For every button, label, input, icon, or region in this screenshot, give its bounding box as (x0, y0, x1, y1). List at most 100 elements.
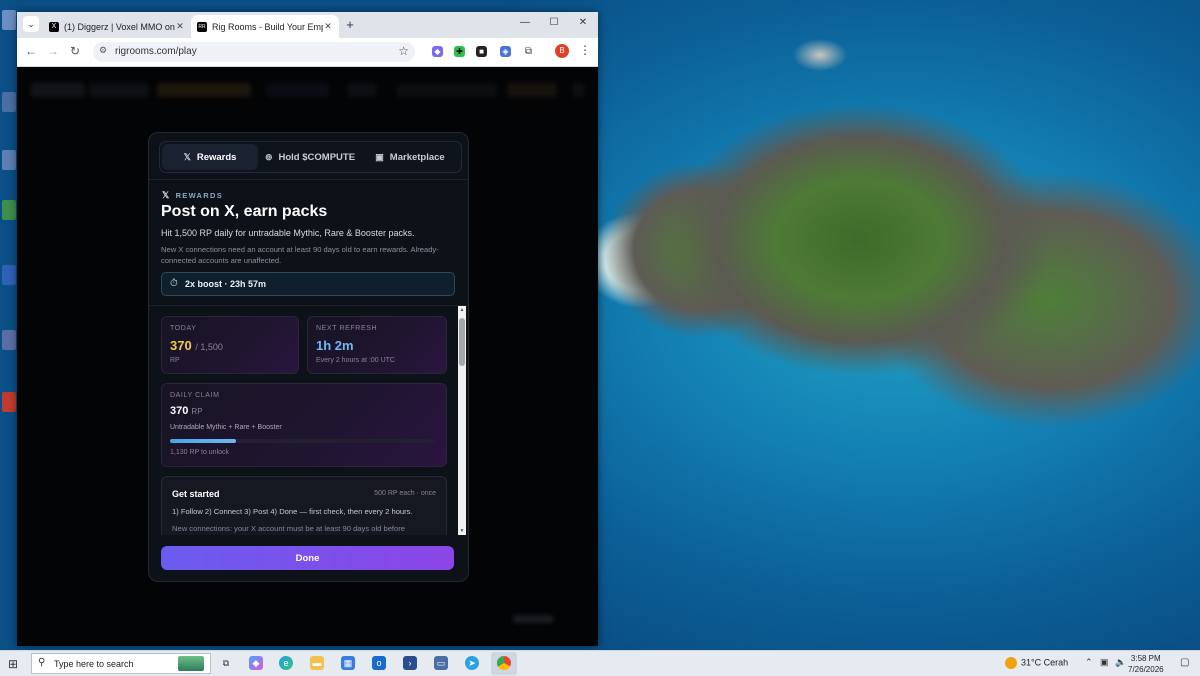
chrome-icon[interactable] (497, 656, 511, 670)
search-highlight-art (178, 656, 204, 671)
daily-claim-value: 370 RP (170, 405, 203, 417)
windows-start-icon[interactable]: ⊞ (8, 657, 18, 671)
today-label: TODAY (170, 325, 197, 332)
x-logo-icon: 𝕏 (162, 190, 171, 200)
edge-icon[interactable]: e (279, 656, 293, 670)
menu-kebab-icon[interactable]: ⋮ (579, 43, 591, 57)
system-clock[interactable]: 3:58 PM 7/26/2026 (1128, 653, 1164, 675)
network-icon[interactable]: ▣ (1100, 657, 1109, 668)
desktop-icon[interactable] (2, 92, 16, 112)
tab-rig-rooms[interactable]: RR Rig Rooms - Build Your Empire ✕ (191, 15, 339, 38)
daily-claim-card: DAILY CLAIM 370 RP Untradable Mythic + R… (161, 383, 447, 467)
extension-icon[interactable]: ◆ (432, 46, 443, 57)
rewards-scroll-area[interactable]: TODAY 370 / 1,500 RP NEXT REFRESH 1h 2m … (149, 306, 468, 535)
progress-fill (170, 439, 236, 443)
daily-claim-remaining: 1,130 RP to unlock (170, 449, 230, 456)
tab-hold-compute[interactable]: ⊚ Hold $COMPUTE (260, 144, 360, 170)
tab-diggerz[interactable]: X (1) Diggerz | Voxel MMO on Solana ✕ (43, 15, 191, 38)
url-text: rigrooms.com/play (115, 46, 197, 57)
extension-icon[interactable]: ◈ (500, 46, 511, 57)
bookmark-star-icon[interactable]: ☆ (398, 44, 409, 58)
scroll-up-arrow-icon[interactable]: ▲ (458, 307, 466, 313)
tab-label: Hold $COMPUTE (278, 151, 356, 163)
desktop-icon[interactable] (2, 10, 16, 30)
daily-claim-desc: Untradable Mythic + Rare + Booster (170, 424, 282, 431)
account-age-note: New X connections need an account at lea… (161, 245, 439, 265)
close-window-button[interactable]: ✕ (575, 17, 591, 28)
maximize-button[interactable]: ☐ (546, 17, 562, 28)
daily-claim-progress (170, 439, 436, 443)
tab-rewards[interactable]: 𝕏 Rewards (162, 144, 258, 170)
daily-claim-label: DAILY CLAIM (170, 392, 220, 399)
next-refresh-sub: Every 2 hours at :00 UTC (316, 357, 395, 364)
copilot-icon[interactable]: ◆ (249, 656, 263, 670)
search-placeholder: Type here to search (54, 659, 134, 669)
clock-date: 7/26/2026 (1128, 665, 1164, 674)
volume-icon[interactable]: 🔈 (1115, 657, 1126, 668)
section-tag: 𝕏 REWARDS (162, 190, 223, 200)
modal-scrollbar[interactable]: ▲ ▼ (458, 306, 466, 535)
next-refresh-label: NEXT REFRESH (316, 325, 378, 332)
tab-title: (1) Diggerz | Voxel MMO on Solana (64, 21, 175, 32)
get-started-card: Get started 500 RP each · once 1) Follow… (161, 476, 447, 535)
minimize-button[interactable]: — (517, 17, 533, 28)
today-card: TODAY 370 / 1,500 RP (161, 316, 299, 374)
telegram-icon[interactable]: ➤ (465, 656, 479, 670)
close-icon[interactable]: ✕ (175, 21, 185, 32)
weather-widget[interactable]: 31°C Cerah (1005, 657, 1068, 669)
puzzle-icon[interactable]: ⧉ (523, 46, 534, 57)
today-value: 370 / 1,500 (170, 338, 223, 353)
get-started-meta: 500 RP each · once (374, 490, 436, 497)
tab-marketplace[interactable]: ▣ Marketplace (362, 144, 458, 170)
x-favicon-icon: X (49, 21, 59, 32)
get-started-steps: 1) Follow 2) Connect 3) Post 4) Done — f… (172, 507, 413, 516)
profile-avatar[interactable]: B (555, 44, 569, 58)
notification-icon[interactable]: ▢ (1180, 657, 1189, 668)
modal-subtitle: Hit 1,500 RP daily for untradable Mythic… (161, 228, 415, 238)
powershell-icon[interactable]: › (403, 656, 417, 670)
close-icon[interactable]: ✕ (323, 21, 333, 32)
modal-title: Post on X, earn packs (161, 203, 328, 220)
coins-icon: ⊚ (264, 151, 273, 162)
x-logo-icon: 𝕏 (183, 151, 191, 162)
scroll-down-arrow-icon[interactable]: ▼ (458, 528, 466, 534)
taskbar: ⊞ ⚲ Type here to search ⧉ ◆ e ▬ ▦ o › ▭ … (0, 650, 1200, 676)
tab-title: Rig Rooms - Build Your Empire (212, 21, 323, 32)
rewards-modal: 𝕏 Rewards ⊚ Hold $COMPUTE ▣ Marketplace … (148, 132, 469, 582)
next-refresh-card: NEXT REFRESH 1h 2m Every 2 hours at :00 … (307, 316, 447, 374)
weather-text: 31°C Cerah (1021, 657, 1069, 668)
timer-icon: ⏱ (170, 278, 178, 289)
boost-text: 2x boost · 23h 57m (185, 279, 267, 289)
rig-rooms-favicon-icon: RR (197, 21, 207, 32)
chevron-up-icon[interactable]: ⌃ (1085, 657, 1093, 668)
tab-label: Marketplace (389, 151, 445, 163)
forward-arrow-icon[interactable]: → (45, 44, 61, 58)
extension-icon[interactable]: ■ (476, 46, 487, 57)
done-button[interactable]: Done (161, 546, 454, 570)
tab-search-button[interactable]: ⌄ (23, 16, 39, 32)
site-info-icon[interactable]: ⚙ (99, 45, 107, 56)
new-tab-button[interactable]: + (343, 17, 357, 32)
desktop-icon[interactable] (2, 392, 16, 412)
reload-icon[interactable]: ↻ (67, 44, 83, 58)
outlook-icon[interactable]: o (372, 656, 386, 670)
remote-desktop-icon[interactable]: ▭ (434, 656, 448, 670)
back-arrow-icon[interactable]: ← (23, 44, 39, 58)
desktop-icon[interactable] (2, 265, 16, 285)
store-icon[interactable]: ▦ (341, 656, 355, 670)
taskbar-search[interactable]: ⚲ Type here to search (31, 653, 211, 674)
modal-tabs: 𝕏 Rewards ⊚ Hold $COMPUTE ▣ Marketplace (159, 141, 462, 173)
next-refresh-value: 1h 2m (316, 338, 354, 353)
address-bar[interactable]: ⚙ rigrooms.com/play ☆ (93, 42, 415, 62)
get-started-note: New connections: your X account must be … (172, 524, 406, 533)
file-explorer-icon[interactable]: ▬ (310, 656, 324, 670)
desktop-icon[interactable] (2, 150, 16, 170)
today-unit: RP (170, 357, 180, 364)
clock-time: 3:58 PM (1130, 654, 1161, 663)
sun-icon (1005, 657, 1017, 669)
scrollbar-thumb[interactable] (459, 318, 465, 366)
desktop-icon[interactable] (2, 200, 16, 220)
extension-icon[interactable]: ✚ (454, 46, 465, 57)
desktop-icon[interactable] (2, 330, 16, 350)
task-view-icon[interactable]: ⧉ (219, 656, 233, 670)
